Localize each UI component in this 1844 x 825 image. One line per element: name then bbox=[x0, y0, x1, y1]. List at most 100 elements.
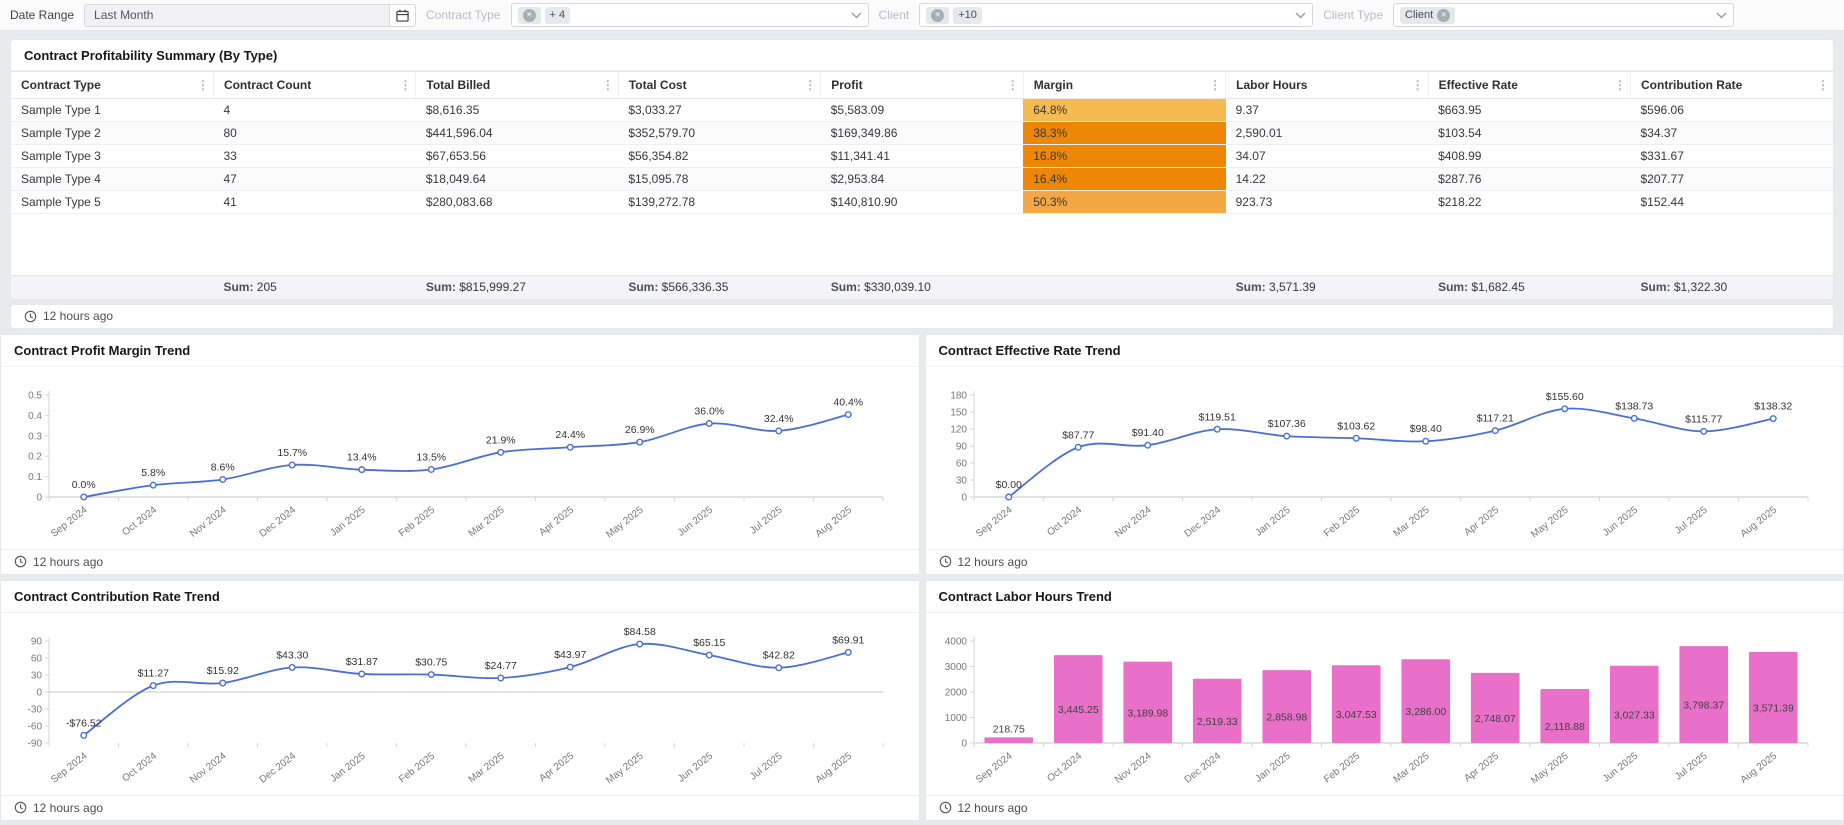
svg-text:3,189.98: 3,189.98 bbox=[1127, 707, 1168, 719]
client-select[interactable]: ✕ +10 bbox=[919, 3, 1314, 27]
margin-cell: 16.8% bbox=[1023, 144, 1226, 168]
table-cell: $331.67 bbox=[1630, 144, 1833, 168]
chevron-down-icon[interactable] bbox=[1716, 12, 1727, 19]
svg-text:0: 0 bbox=[961, 738, 967, 749]
summary-updated-strip: 12 hours ago bbox=[10, 303, 1834, 329]
contract-type-select[interactable]: ✕ + 4 bbox=[510, 3, 869, 27]
svg-text:8.6%: 8.6% bbox=[211, 461, 235, 473]
svg-text:0.3: 0.3 bbox=[28, 431, 42, 442]
labor-hours-chart-canvas[interactable]: 0 1000 2000 3000 4000 Sep 2024 Oct 2024 Nov 202… bbox=[926, 613, 1844, 795]
svg-text:$138.32: $138.32 bbox=[1754, 400, 1792, 412]
svg-text:Nov 2024: Nov 2024 bbox=[188, 504, 229, 539]
svg-text:3,445.25: 3,445.25 bbox=[1057, 704, 1098, 716]
column-header: Contract Type ⋮ bbox=[11, 71, 214, 99]
summary-table: Contract Type ⋮ Contract Count ⋮ Total Bille… bbox=[11, 71, 1833, 299]
svg-text:$119.51: $119.51 bbox=[1198, 411, 1235, 423]
column-menu-icon[interactable]: ⋮ bbox=[1412, 78, 1424, 92]
svg-text:Sep 2024: Sep 2024 bbox=[49, 504, 90, 539]
table-row[interactable]: Sample Type 1 4 $8,616.35 $3,033.27 $5,583.0… bbox=[11, 98, 1833, 122]
table-row[interactable]: Sample Type 5 41 $280,083.68 $139,272.78 $14… bbox=[11, 190, 1833, 214]
charts-grid: Contract Profit Margin Trend 0 0.1 0.2 0.3 0… bbox=[0, 333, 1844, 821]
svg-text:0: 0 bbox=[36, 492, 42, 503]
svg-text:$65.15: $65.15 bbox=[693, 637, 725, 649]
table-cell: $67,653.56 bbox=[415, 144, 619, 168]
table-cell: $140,810.90 bbox=[820, 190, 1024, 214]
client-type-tag[interactable]: Client ✕ bbox=[1400, 6, 1456, 24]
table-cell: 9.37 bbox=[1225, 98, 1429, 122]
sum-cell: Sum: $1,682.45 bbox=[1428, 275, 1631, 299]
table-row[interactable]: Sample Type 3 33 $67,653.56 $56,354.82 $11,3… bbox=[11, 144, 1833, 168]
svg-text:Nov 2024: Nov 2024 bbox=[1113, 750, 1154, 785]
column-menu-icon[interactable]: ⋮ bbox=[1817, 78, 1829, 92]
remove-icon[interactable]: ✕ bbox=[1437, 8, 1451, 22]
column-header: Margin ⋮ bbox=[1022, 71, 1226, 99]
profit-margin-chart-canvas[interactable]: 0 0.1 0.2 0.3 0.4 0.5 Sep 2024 Oct 2024 Nov 2024… bbox=[1, 367, 919, 549]
client-selected-tag[interactable]: ✕ bbox=[926, 6, 950, 24]
column-header-label: Total Cost bbox=[628, 78, 687, 92]
remove-icon[interactable]: ✕ bbox=[931, 8, 945, 22]
clock-icon bbox=[939, 555, 951, 568]
svg-text:3,047.53: 3,047.53 bbox=[1335, 709, 1376, 721]
column-menu-icon[interactable]: ⋮ bbox=[197, 78, 209, 92]
svg-text:60: 60 bbox=[31, 653, 43, 664]
svg-text:-$76.52: -$76.52 bbox=[66, 717, 102, 729]
table-cell: $663.95 bbox=[1428, 98, 1631, 122]
column-header: Labor Hours ⋮ bbox=[1225, 71, 1429, 99]
table-cell: 4 bbox=[213, 98, 416, 122]
table-cell: $596.06 bbox=[1630, 98, 1833, 122]
table-filler-row bbox=[11, 213, 1833, 276]
svg-text:Feb 2025: Feb 2025 bbox=[1322, 750, 1362, 785]
svg-text:3,027.33: 3,027.33 bbox=[1613, 709, 1654, 721]
panel-contribution-rate-trend: Contract Contribution Rate Trend -90 -60-… bbox=[0, 579, 920, 821]
svg-text:Jul 2025: Jul 2025 bbox=[1673, 504, 1710, 536]
svg-text:0: 0 bbox=[36, 687, 42, 698]
chevron-down-icon[interactable] bbox=[1295, 12, 1306, 19]
svg-text:$115.77: $115.77 bbox=[1685, 413, 1722, 425]
column-header-label: Contract Count bbox=[223, 78, 312, 92]
column-menu-icon[interactable]: ⋮ bbox=[1007, 78, 1019, 92]
svg-text:3,798.37: 3,798.37 bbox=[1683, 699, 1724, 711]
clock-icon bbox=[14, 801, 27, 814]
svg-text:Jun 2025: Jun 2025 bbox=[676, 750, 716, 784]
panel-updated-text: 12 hours ago bbox=[957, 554, 1028, 569]
sum-cell: Sum: 205 bbox=[213, 275, 416, 299]
contract-profit-margin-trend-svg: 0 0.1 0.2 0.3 0.4 0.5 Sep 2024 Oct 2024 Nov 2024… bbox=[28, 390, 884, 540]
column-menu-icon[interactable]: ⋮ bbox=[804, 78, 816, 92]
svg-text:30: 30 bbox=[955, 475, 967, 486]
column-menu-icon[interactable]: ⋮ bbox=[399, 78, 411, 92]
table-cell: $169,349.86 bbox=[820, 121, 1024, 145]
client-type-select[interactable]: Client ✕ bbox=[1393, 3, 1735, 27]
svg-text:90: 90 bbox=[955, 441, 967, 452]
column-menu-icon[interactable]: ⋮ bbox=[1614, 78, 1626, 92]
svg-text:$24.77: $24.77 bbox=[485, 659, 517, 671]
table-row[interactable]: Sample Type 4 47 $18,049.64 $15,095.78 $2,95… bbox=[11, 167, 1833, 191]
column-menu-icon[interactable]: ⋮ bbox=[1209, 78, 1221, 92]
svg-text:Jul 2025: Jul 2025 bbox=[748, 504, 785, 536]
table-cell: $3,033.27 bbox=[618, 98, 821, 122]
sum-cell: Sum: 3,571.39 bbox=[1225, 275, 1429, 299]
client-more-tag[interactable]: +10 bbox=[953, 6, 982, 24]
svg-text:Oct 2024: Oct 2024 bbox=[1045, 504, 1084, 538]
calendar-button[interactable] bbox=[389, 4, 416, 26]
table-cell: Sample Type 3 bbox=[11, 144, 214, 168]
contribution-rate-chart-canvas[interactable]: -90 -60 -30 0 30 60 90 Sep 2024 Oct 2024 Nov 2024… bbox=[1, 613, 919, 795]
chevron-down-icon[interactable] bbox=[851, 12, 862, 19]
table-cell: $103.54 bbox=[1428, 121, 1631, 145]
contract-type-more-tag[interactable]: + 4 bbox=[544, 6, 571, 24]
contract-type-selected-tag[interactable]: ✕ bbox=[517, 6, 541, 24]
table-row[interactable]: Sample Type 2 80 $441,596.04 $352,579.70 $16… bbox=[11, 121, 1833, 145]
client-label: Client bbox=[878, 8, 910, 22]
table-cell: $5,583.09 bbox=[820, 98, 1024, 122]
table-cell: $152.44 bbox=[1630, 190, 1833, 214]
table-cell: $11,341.41 bbox=[820, 144, 1024, 168]
date-range-input[interactable]: Last Month bbox=[84, 3, 417, 27]
table-cell: Sample Type 4 bbox=[11, 167, 214, 191]
effective-rate-chart-canvas[interactable]: 0 30 60 90 120 150 180 Sep 2024 Oct 2024 Nov 2024… bbox=[926, 367, 1844, 549]
svg-text:May 2025: May 2025 bbox=[1529, 750, 1571, 786]
column-menu-icon[interactable]: ⋮ bbox=[602, 78, 614, 92]
column-header: Contract Count ⋮ bbox=[212, 71, 416, 99]
table-cell: $15,095.78 bbox=[618, 167, 821, 191]
table-cell: $139,272.78 bbox=[618, 190, 821, 214]
remove-icon[interactable]: ✕ bbox=[522, 8, 536, 22]
svg-text:1000: 1000 bbox=[944, 713, 967, 724]
